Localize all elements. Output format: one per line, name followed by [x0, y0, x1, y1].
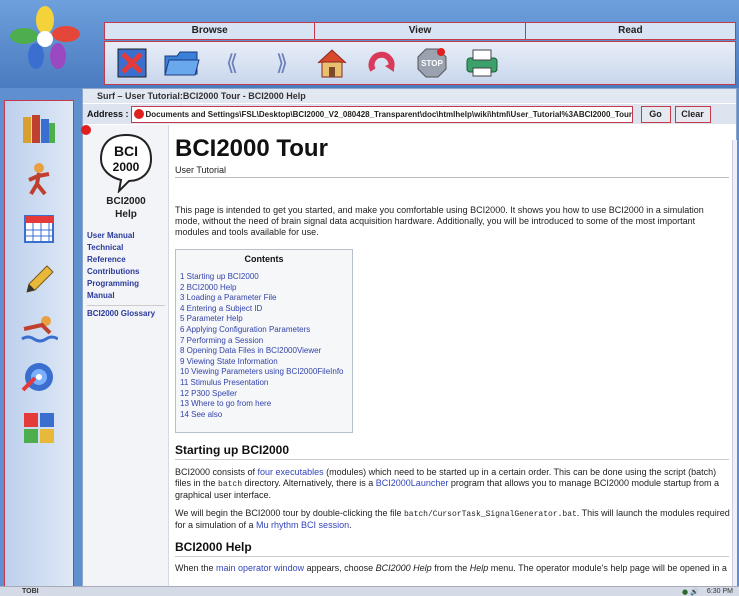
- close-icon[interactable]: [111, 46, 153, 80]
- clock: 6:30 PM: [706, 588, 733, 595]
- code-batch-file: batch/CursorTask_SignalGenerator.bat: [403, 510, 577, 519]
- section-heading-help: BCI2000 Help: [175, 540, 252, 554]
- scrollbar[interactable]: [732, 140, 737, 586]
- app-logo: [10, 6, 80, 69]
- tray-icons[interactable]: ● 🔊: [682, 587, 699, 596]
- contents-item[interactable]: 6 Applying Configuration Parameters: [180, 325, 310, 334]
- go-button[interactable]: Go: [640, 105, 671, 123]
- nav-technical[interactable]: Technical: [87, 243, 123, 253]
- logo-text-2000: 2000: [113, 160, 140, 174]
- launcher-sidebar: [4, 100, 74, 587]
- contents-item[interactable]: 11 Stimulus Presentation: [180, 378, 268, 387]
- logo-text-bci: BCI: [114, 143, 138, 159]
- help-title: BCI2000 Help: [83, 195, 169, 221]
- bci2000-logo: BCI 2000: [99, 133, 153, 193]
- stop-label: STOP: [421, 59, 443, 68]
- refresh-icon[interactable]: [361, 46, 403, 80]
- code-batch: batch: [218, 480, 243, 489]
- page-subtitle: User Tutorial: [175, 165, 227, 175]
- nav-manual[interactable]: Manual: [87, 291, 115, 301]
- contents-item[interactable]: 5 Parameter Help: [180, 314, 243, 323]
- text-run: When the: [175, 563, 217, 573]
- contents-item[interactable]: 4 Entering a Subject ID: [180, 304, 262, 313]
- forward-icon[interactable]: ⟫: [261, 46, 303, 80]
- tab-read[interactable]: Read: [526, 23, 735, 39]
- contents-item[interactable]: 2 BCI2000 Help: [180, 283, 236, 292]
- browser-window: Surf – User Tutorial:BCI2000 Tour - BCI2…: [81, 88, 737, 587]
- contents-item[interactable]: 13 Where to go from here: [180, 399, 271, 408]
- book-icon[interactable]: [17, 109, 61, 149]
- startup-paragraph-2: We will begin the BCI2000 tour by double…: [175, 508, 731, 531]
- status-bar: TOBI ● 🔊 6:30 PM: [0, 586, 739, 596]
- nav-contributions[interactable]: Contributions: [87, 267, 139, 277]
- help-paragraph-1: When the main operator window appears, c…: [175, 563, 731, 574]
- link-mu-rhythm[interactable]: Mu rhythm BCI session: [256, 520, 349, 530]
- text-run: directory. Alternatively, there is a: [242, 478, 376, 488]
- contents-item[interactable]: 8 Opening Data Files in BCI2000Viewer: [180, 346, 321, 355]
- print-icon[interactable]: [461, 46, 503, 80]
- media-icon[interactable]: [17, 357, 61, 397]
- text-em: BCI2000 Help: [375, 563, 432, 573]
- walking-person-icon[interactable]: [17, 159, 61, 199]
- contents-item[interactable]: 14 See also: [180, 410, 222, 419]
- link-bci2000launcher[interactable]: BCI2000Launcher: [376, 478, 449, 488]
- toolbar: ⟪ ⟫ STOP: [104, 41, 736, 85]
- nav-glossary[interactable]: BCI2000 Glossary: [87, 309, 155, 319]
- link-main-operator-window[interactable]: main operator window: [216, 563, 304, 573]
- home-icon[interactable]: [311, 46, 353, 80]
- cursor-marker: [133, 108, 144, 119]
- contents-item[interactable]: 10 Viewing Parameters using BCI2000FileI…: [180, 367, 344, 376]
- nav-user-manual[interactable]: User Manual: [87, 231, 135, 241]
- tab-browse[interactable]: Browse: [105, 23, 316, 39]
- section-rule: [175, 556, 729, 557]
- text-run: menu. The operator module's help page wi…: [488, 563, 727, 573]
- help-title-line1: BCI2000: [106, 196, 146, 207]
- tab-view[interactable]: View: [315, 23, 526, 39]
- contents-item[interactable]: 12 P300 Speller: [180, 389, 237, 398]
- address-bar: Address : Documents and Settings\FSL\Des…: [83, 104, 736, 124]
- cursor-marker: [81, 125, 91, 135]
- section-heading-startup: Starting up BCI2000: [175, 443, 290, 457]
- stop-icon[interactable]: STOP: [411, 46, 453, 80]
- help-nav-panel: BCI 2000 BCI2000 Help User Manual Techni…: [83, 125, 169, 587]
- page-content: BCI 2000 BCI2000 Help User Manual Techni…: [83, 125, 736, 587]
- page-title: BCI2000 Tour: [175, 135, 328, 162]
- section-rule: [175, 459, 729, 460]
- contents-heading: Contents: [244, 254, 284, 264]
- puzzle-icon[interactable]: [17, 407, 61, 447]
- address-value: Documents and Settings\FSL\Desktop\BCI20…: [145, 109, 633, 119]
- nav-divider: [87, 305, 165, 306]
- text-run: .: [349, 520, 352, 530]
- help-title-line2: Help: [115, 209, 137, 220]
- address-label: Address :: [87, 109, 129, 119]
- article: BCI2000 Tour User Tutorial This page is …: [175, 125, 735, 587]
- address-input[interactable]: Documents and Settings\FSL\Desktop\BCI20…: [130, 105, 633, 123]
- intro-paragraph: This page is intended to get you started…: [175, 205, 704, 237]
- clear-button[interactable]: Clear: [674, 105, 711, 123]
- text-run: We will begin the BCI2000 tour by double…: [175, 508, 404, 518]
- contents-box: Contents 1 Starting up BCI2000 2 BCI2000 …: [175, 249, 353, 433]
- contents-item[interactable]: 3 Loading a Parameter File: [180, 293, 277, 302]
- window-title: Surf – User Tutorial:BCI2000 Tour - BCI2…: [83, 89, 736, 103]
- nav-reference[interactable]: Reference: [87, 255, 126, 265]
- status-left-label: TOBI: [22, 588, 39, 595]
- text-run: BCI2000 consists of: [175, 467, 258, 477]
- text-run: appears, choose: [304, 563, 376, 573]
- link-four-executables[interactable]: four executables: [258, 467, 324, 477]
- main-tabs: Browse View Read: [104, 22, 736, 40]
- folder-icon[interactable]: [161, 46, 203, 80]
- startup-paragraph-1: BCI2000 consists of four executables (mo…: [175, 467, 731, 501]
- title-rule: [175, 177, 729, 178]
- pencil-icon[interactable]: [17, 259, 61, 299]
- text-run: from the: [431, 563, 470, 573]
- contents-item[interactable]: 9 Viewing State Information: [180, 357, 278, 366]
- text-em: Help: [469, 563, 489, 573]
- calendar-icon[interactable]: [17, 209, 61, 249]
- contents-item[interactable]: 7 Performing a Session: [180, 336, 263, 345]
- swimmer-icon[interactable]: [17, 309, 61, 349]
- contents-item[interactable]: 1 Starting up BCI2000: [180, 272, 259, 281]
- nav-programming[interactable]: Programming: [87, 279, 139, 289]
- back-icon[interactable]: ⟪: [211, 46, 253, 80]
